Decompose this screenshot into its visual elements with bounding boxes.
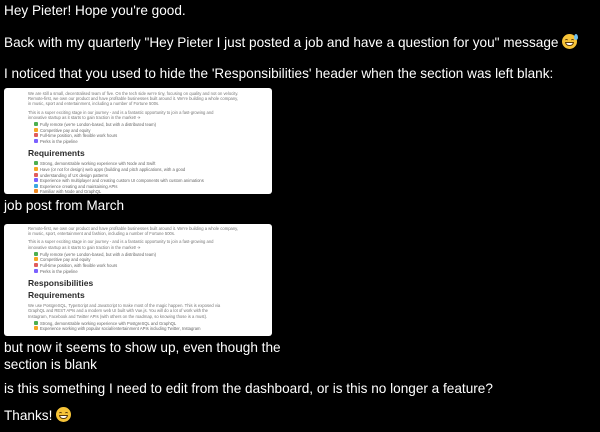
bullet-emoji-icon — [34, 320, 38, 325]
perk-list-item: Perks in the pipeline — [34, 138, 272, 145]
caption-march: job post from March — [4, 198, 125, 213]
bullet-emoji-icon — [34, 251, 38, 256]
screenshot-march-job-post[interactable]: We are still a small, decentralised team… — [4, 88, 272, 194]
bullet-emoji-icon — [34, 166, 38, 171]
bullet-text: Perks in the pipeline — [40, 268, 78, 274]
bullet-text: Experience creating and maintaining APIs — [40, 183, 118, 189]
requirement-list-item: Experience working with popular social/e… — [34, 326, 272, 332]
bullet-text: Fully remote (we're London-based, but wi… — [40, 122, 157, 128]
screenshot-current-job-post[interactable]: Remote-first, we own our product and hav… — [4, 224, 272, 336]
caption-now-line-1: but now it seems to show up, even though… — [4, 340, 281, 355]
bullet-text: Full-time position, with flexible work h… — [40, 263, 118, 268]
bullet-text: Competitive pay and equity — [40, 257, 91, 263]
bullet-text: Competitive pay and equity — [40, 127, 91, 133]
bullet-emoji-icon — [34, 122, 38, 127]
bullet-text: Have (or not for design) web apps (build… — [40, 166, 186, 172]
requirements-heading: Requirements — [28, 148, 85, 159]
bullet-emoji-icon — [34, 161, 38, 166]
bullet-emoji-icon — [34, 172, 38, 177]
smile-emoji-icon — [56, 407, 72, 422]
intro-message: Back with my quarterly "Hey Pieter I jus… — [4, 34, 579, 52]
bullet-text: understanding of UX design patterns — [40, 172, 108, 178]
bullet-emoji-icon — [34, 133, 38, 138]
question-message: is this something I need to edit from th… — [4, 381, 493, 396]
responsibilities-heading: Responsibilities — [28, 278, 94, 289]
bullet-text: Perks in the pipeline — [40, 138, 78, 144]
bullet-text: Fully remote (we're London-based, but wi… — [40, 251, 157, 257]
bullet-emoji-icon — [34, 263, 38, 267]
requirements-heading-2: Requirements — [28, 290, 85, 301]
bullet-text: Experience working with popular social/e… — [40, 326, 201, 332]
thanks-message: Thanks! — [4, 407, 72, 425]
intro-text: Back with my quarterly "Hey Pieter I jus… — [4, 35, 559, 50]
thanks-text: Thanks! — [4, 408, 53, 423]
bullet-emoji-icon — [34, 138, 38, 143]
bullet-text: Experience with multiplayer and creating… — [40, 178, 204, 184]
bullet-emoji-icon — [34, 257, 38, 262]
bullet-text: Familiar with Node and GraphQL — [40, 189, 102, 194]
bullet-emoji-icon — [34, 127, 38, 132]
perk-list-item: Perks in the pipeline — [34, 268, 272, 275]
bullet-text: Strong, demonstrable working experience … — [40, 161, 156, 167]
grinning-sweat-emoji-icon — [562, 34, 579, 49]
greeting-message: Hey Pieter! Hope you're good. — [4, 3, 186, 18]
caption-now-line-2: section is blank — [4, 357, 97, 372]
bullet-emoji-icon — [34, 268, 38, 273]
bullet-emoji-icon — [34, 183, 38, 188]
observation-message: I noticed that you used to hide the 'Res… — [4, 66, 554, 81]
requirement-list-item: Familiar with Node and GraphQL — [34, 189, 272, 194]
bullet-emoji-icon — [34, 189, 38, 194]
bullet-text: Strong, demonstrable working experience … — [40, 320, 177, 326]
bullet-emoji-icon — [34, 326, 38, 331]
bullet-emoji-icon — [34, 178, 38, 183]
bullet-text: Full-time position, with flexible work h… — [40, 133, 118, 139]
